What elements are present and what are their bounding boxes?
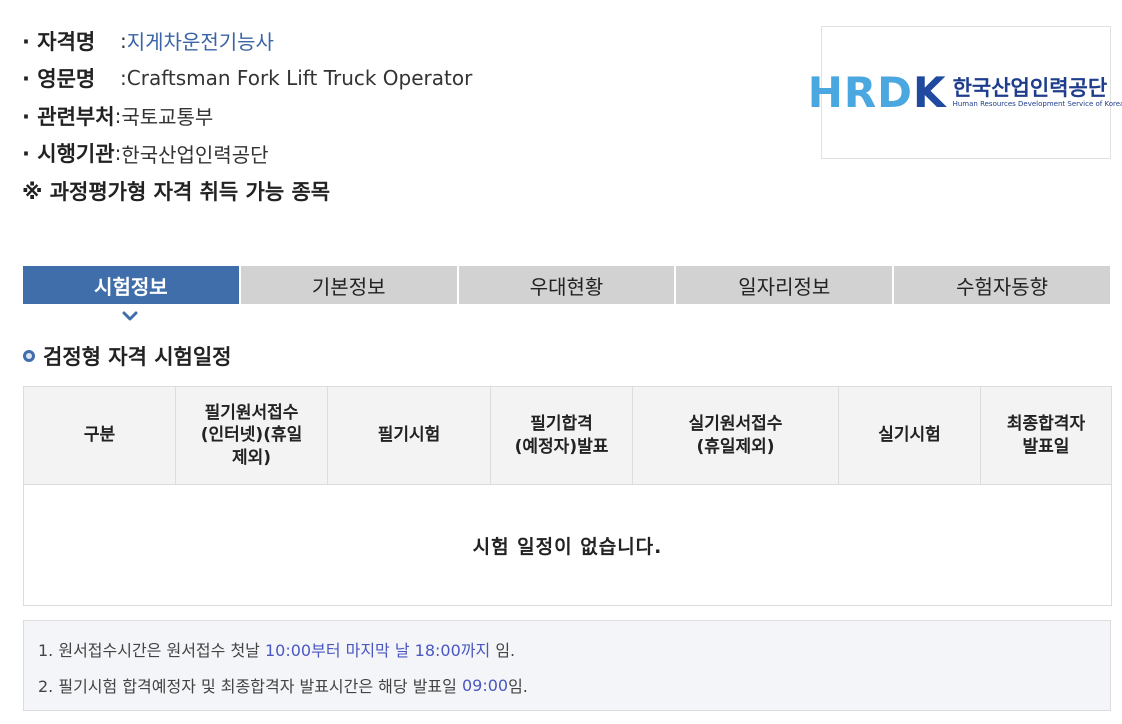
header-written-application-l3: 제외) — [231, 447, 272, 468]
hrdk-logo-mark: HRDK — [808, 71, 947, 114]
info-key-english-name: · 영문명 — [22, 67, 96, 92]
header-practical-application-l1: 실기원서접수 — [688, 414, 783, 435]
section-title: 검정형 자격 시험일정 — [23, 341, 232, 371]
header-written-pass-l2: (예정자)발표 — [514, 436, 609, 457]
header-written-pass-l1: 필기합격 — [530, 414, 593, 435]
header-practical-exam: 실기시험 — [838, 386, 981, 485]
process-evaluation-note: ※ 과정평가형 자격 취득 가능 종목 — [22, 179, 331, 204]
header-final-result-l2: 발표일 — [1022, 436, 1070, 457]
info-value-ministry: 국토교통부 — [121, 105, 214, 130]
hrdk-logo-korean: 한국산업인력공단 — [952, 75, 1108, 100]
info-key-agency: · 시행기관 — [22, 142, 115, 167]
note-application-time: 1. 원서접수시간은 원서접수 첫날 10:00부터 마지막 날 18:00까지… — [38, 631, 1096, 667]
info-sep-agency: : — [114, 141, 122, 166]
header-final-result: 최종합격자 발표일 — [980, 386, 1112, 485]
qualification-info: · 자격명 : 지게차운전기능사 · 영문명 : Craftsman Fork … — [22, 22, 472, 210]
hrdk-logo-text: 한국산업인력공단 Human Resources Development Ser… — [952, 75, 1122, 109]
info-value-name: 지게차운전기능사 — [126, 30, 274, 55]
bullet-icon — [23, 350, 35, 362]
info-row-agency: · 시행기관 : 한국산업인력공단 — [22, 135, 472, 173]
info-row-ministry: · 관련부처 : 국토교통부 — [22, 97, 472, 135]
note-announcement-time: 2. 필기시험 합격예정자 및 최종합격자 발표시간은 해당 발표일 09:00… — [38, 667, 1096, 703]
tab-candidate-trends[interactable]: 수험자동향 — [894, 266, 1110, 304]
chevron-down-icon — [122, 311, 138, 321]
header-practical-application: 실기원서접수 (휴일제외) — [632, 386, 839, 485]
info-key-name: · 자격명 — [22, 29, 96, 54]
info-row-name: · 자격명 : 지게차운전기능사 — [22, 22, 472, 60]
header-written-application: 필기원서접수 (인터넷)(휴일 제외) — [175, 386, 328, 485]
header-written-exam: 필기시험 — [327, 386, 491, 485]
tab-exam-info[interactable]: 시험정보 — [23, 266, 239, 304]
hrdk-logo-mark-hrd: HRD — [807, 67, 914, 117]
header-written-exam-l1: 필기시험 — [377, 425, 441, 446]
tab-preferential[interactable]: 우대현황 — [458, 266, 675, 304]
notes-box: 1. 원서접수시간은 원서접수 첫날 10:00부터 마지막 날 18:00까지… — [23, 620, 1111, 711]
note-2-highlight: 09:00 — [461, 675, 509, 695]
header-final-result-l1: 최종합격자 — [1006, 414, 1086, 435]
section-title-text: 검정형 자격 시험일정 — [43, 345, 232, 369]
empty-schedule-message: 시험 일정이 없습니다. — [23, 484, 1112, 606]
note-1-suffix: 임. — [495, 641, 516, 660]
info-sep-ministry: : — [114, 103, 122, 128]
header-category-l1: 구분 — [83, 425, 116, 446]
header-practical-application-l2: (휴일제외) — [696, 436, 775, 457]
info-row-english-name: · 영문명 : Craftsman Fork Lift Truck Operat… — [22, 60, 472, 98]
info-value-agency: 한국산업인력공단 — [121, 142, 269, 167]
header-practical-exam-l1: 실기시험 — [878, 425, 941, 446]
note-1-prefix: 1. 원서접수시간은 원서접수 첫날 — [38, 641, 260, 660]
hrdk-logo: HRDK 한국산업인력공단 Human Resources Developmen… — [808, 26, 1122, 159]
info-sep-english-name: : — [120, 66, 127, 91]
table-row: 시험 일정이 없습니다. — [23, 484, 1112, 606]
header-written-application-l1: 필기원서접수 — [204, 403, 299, 424]
info-value-english-name: Craftsman Fork Lift Truck Operator — [126, 66, 473, 91]
info-sep-name: : — [120, 28, 127, 53]
tab-basic-info[interactable]: 기본정보 — [240, 266, 457, 304]
tab-job-info[interactable]: 일자리정보 — [676, 266, 893, 304]
note-2-prefix: 2. 필기시험 합격예정자 및 최종합격자 발표시간은 해당 발표일 — [38, 677, 457, 696]
header-written-pass: 필기합격 (예정자)발표 — [490, 386, 633, 485]
hrdk-logo-mark-k: K — [913, 67, 947, 117]
hrdk-logo-english: Human Resources Development Service of K… — [952, 100, 1122, 109]
exam-schedule-table: 구분 필기원서접수 (인터넷)(휴일 제외) 필기시험 필기합격 (예정자)발표 실기… — [23, 386, 1112, 606]
table-header-row: 구분 필기원서접수 (인터넷)(휴일 제외) 필기시험 필기합격 (예정자)발표 실기… — [23, 386, 1112, 485]
header-written-application-l2: (인터넷)(휴일 — [200, 425, 303, 446]
info-tabs: 시험정보 기본정보 우대현황 일자리정보 수험자동향 — [23, 266, 1110, 304]
note-1-highlight: 10:00부터 마지막 날 18:00까지 — [264, 641, 491, 660]
note-2-suffix: 임. — [508, 677, 528, 696]
header-category: 구분 — [23, 386, 176, 485]
info-key-ministry: · 관련부처 — [22, 104, 115, 129]
